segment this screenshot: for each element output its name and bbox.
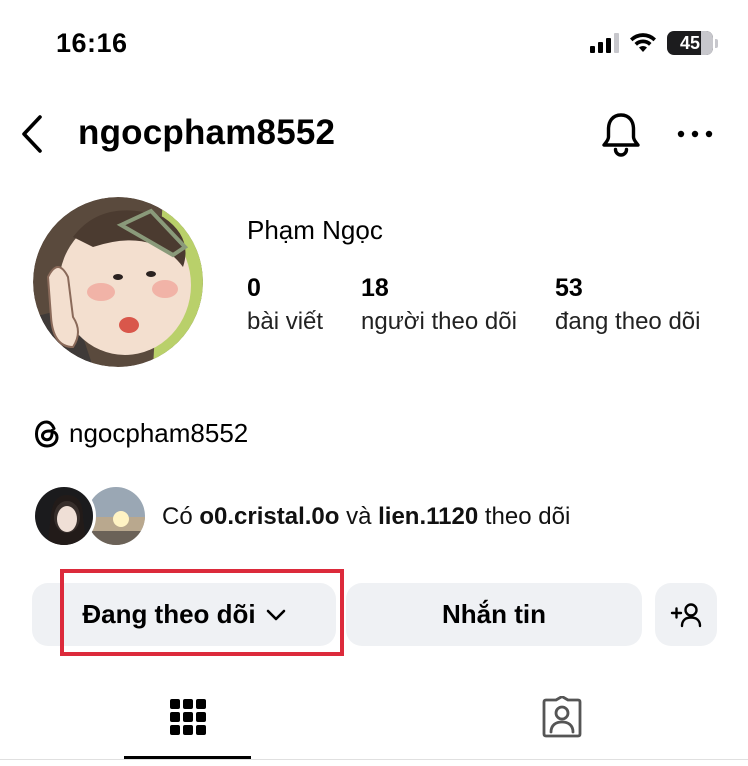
tab-divider: [0, 759, 748, 760]
battery-level: 45: [679, 32, 701, 53]
stat-following-count: 53: [555, 274, 583, 302]
stat-following[interactable]: 53 đang theo dõi: [555, 273, 700, 337]
battery-icon: 45: [667, 31, 713, 55]
profile-header: ngocpham8552: [0, 100, 748, 170]
mutual-followers[interactable]: Có o0.cristal.0o và lien.1120 theo dõi: [32, 484, 570, 550]
mutual-user-1: o0.cristal.0o: [199, 503, 340, 530]
more-options-button[interactable]: [673, 112, 717, 156]
mutual-avatars: [32, 484, 150, 550]
stat-posts-count: 0: [247, 274, 261, 302]
display-name: Phạm Ngọc: [247, 215, 383, 245]
more-horizontal-icon: [677, 130, 713, 138]
page-title: ngocpham8552: [78, 113, 336, 152]
stat-followers[interactable]: 18 người theo dõi: [361, 273, 517, 337]
bell-icon: [602, 113, 640, 157]
stat-posts-label: bài viết: [247, 308, 324, 335]
message-button-label: Nhắn tin: [442, 599, 546, 629]
cellular-signal-icon: [590, 33, 619, 53]
chevron-down-icon: [266, 609, 285, 620]
stat-following-label: đang theo dõi: [555, 308, 701, 335]
suggest-people-button[interactable]: [655, 583, 717, 646]
status-time: 16:16: [56, 28, 128, 58]
add-person-icon: [670, 602, 702, 627]
stat-followers-count: 18: [361, 274, 389, 302]
threads-handle: ngocpham8552: [69, 418, 249, 448]
mutual-suffix: theo dõi: [484, 503, 571, 530]
status-bar: 16:16 45: [0, 0, 748, 90]
stat-followers-label: người theo dõi: [361, 308, 517, 335]
chevron-left-icon: [22, 115, 42, 153]
profile-actions: Đang theo dõi Nhắn tin: [0, 583, 748, 647]
tab-posts-grid[interactable]: [124, 672, 251, 762]
threads-icon: [34, 419, 59, 448]
status-icons: 45: [590, 31, 718, 55]
mutual-prefix: Có: [162, 503, 193, 530]
person-tag-icon: [542, 696, 581, 738]
threads-profile-link[interactable]: ngocpham8552: [33, 418, 248, 449]
grid-icon: [169, 699, 206, 735]
mutual-conjunction: và: [346, 503, 372, 530]
profile-tabs: [0, 672, 748, 766]
mutual-user-2: lien.1120: [378, 503, 479, 530]
tab-tagged[interactable]: [498, 672, 625, 762]
back-button[interactable]: [16, 112, 48, 156]
following-button[interactable]: Đang theo dõi: [32, 583, 336, 646]
stat-posts[interactable]: 0 bài viết: [247, 273, 323, 337]
mutual-avatar-1: [32, 484, 96, 548]
wifi-icon: [630, 33, 656, 52]
profile-avatar[interactable]: [33, 197, 203, 367]
following-button-label: Đang theo dõi: [82, 599, 256, 629]
notifications-button[interactable]: [598, 110, 644, 158]
mutual-followers-text: Có o0.cristal.0o và lien.1120 theo dõi: [162, 503, 570, 531]
message-button[interactable]: Nhắn tin: [346, 583, 642, 646]
